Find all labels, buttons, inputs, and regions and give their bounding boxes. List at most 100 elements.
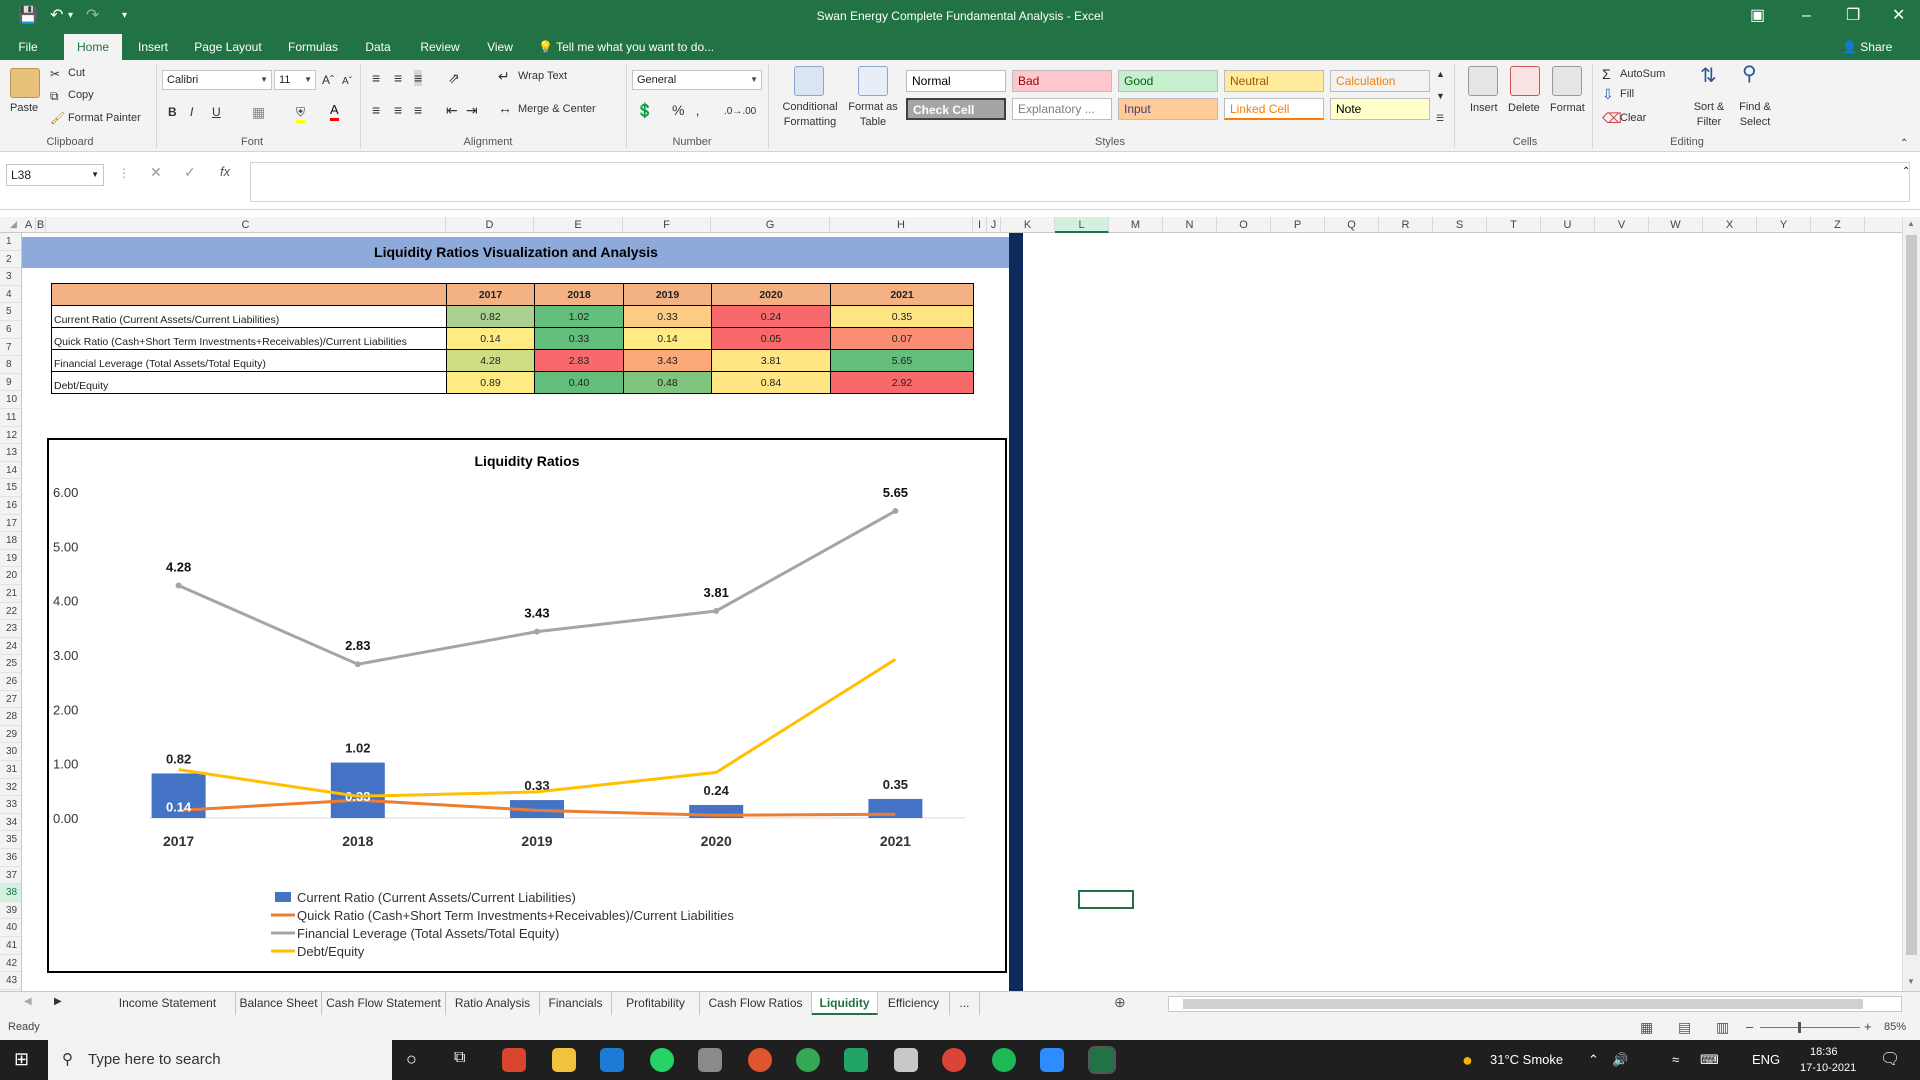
column-header[interactable]: H bbox=[830, 217, 973, 233]
sheet-tab[interactable]: Ratio Analysis bbox=[446, 992, 540, 1015]
row-header[interactable]: 14 bbox=[0, 462, 21, 480]
ratio-value[interactable]: 3.81 bbox=[711, 349, 831, 372]
column-header[interactable]: N bbox=[1163, 217, 1217, 233]
sheet-tab[interactable]: Liquidity bbox=[812, 992, 878, 1015]
close-icon[interactable]: ✕ bbox=[1892, 7, 1905, 25]
align-middle-icon[interactable]: ≡ bbox=[394, 70, 402, 86]
notifications-icon[interactable]: 🗨 bbox=[1880, 1040, 1900, 1080]
ratio-value[interactable]: 0.33 bbox=[534, 327, 624, 350]
zoom-out-icon[interactable]: – bbox=[1746, 1019, 1753, 1034]
autosum-button[interactable]: AutoSum bbox=[1620, 68, 1665, 80]
font-name-dropdown[interactable]: Calibri ▼ bbox=[162, 70, 272, 90]
column-header[interactable]: K bbox=[1001, 217, 1055, 233]
tab-formulas[interactable]: Formulas bbox=[280, 34, 346, 60]
ratio-value[interactable]: 0.89 bbox=[446, 371, 535, 394]
gallery-more-icon[interactable]: ☰ bbox=[1436, 110, 1444, 126]
row-header[interactable]: 17 bbox=[0, 515, 21, 533]
paste-icon[interactable] bbox=[10, 68, 40, 98]
row-header[interactable]: 21 bbox=[0, 585, 21, 603]
row-header[interactable]: 41 bbox=[0, 937, 21, 955]
column-header[interactable]: W bbox=[1649, 217, 1703, 233]
gallery-down-icon[interactable]: ▼ bbox=[1436, 88, 1445, 104]
wrap-text-button[interactable]: Wrap Text bbox=[518, 70, 567, 82]
cortana-icon[interactable]: ○ bbox=[406, 1049, 417, 1070]
row-header[interactable]: 24 bbox=[0, 638, 21, 656]
select-all-icon[interactable]: ◢ bbox=[10, 219, 17, 230]
tab-review[interactable]: Review bbox=[412, 34, 468, 60]
format-painter-button[interactable]: Format Painter bbox=[68, 112, 141, 124]
row-header[interactable]: 18 bbox=[0, 532, 21, 550]
mail-icon[interactable] bbox=[600, 1048, 624, 1072]
scroll-up-icon[interactable]: ▲ bbox=[1907, 219, 1915, 228]
chrome-profile-icon[interactable] bbox=[748, 1048, 772, 1072]
ratio-label[interactable]: Financial Leverage (Total Assets/Total E… bbox=[51, 349, 447, 372]
ratio-value[interactable]: 0.84 bbox=[711, 371, 831, 394]
align-bottom-icon[interactable]: ≡ bbox=[414, 70, 423, 86]
align-top-icon[interactable]: ≡ bbox=[372, 70, 380, 86]
row-header[interactable]: 30 bbox=[0, 743, 21, 761]
insert-cells-button[interactable]: Insert bbox=[1470, 102, 1498, 114]
tray-chevron-icon[interactable]: ⌃ bbox=[1588, 1040, 1599, 1080]
align-center-icon[interactable]: ≡ bbox=[394, 102, 402, 118]
cell-style-check-cell[interactable]: Check Cell bbox=[906, 98, 1006, 120]
chrome-profile-icon[interactable] bbox=[942, 1048, 966, 1072]
column-header[interactable]: R bbox=[1379, 217, 1433, 233]
new-sheet-icon[interactable]: ⊕ bbox=[1114, 994, 1126, 1011]
share-button[interactable]: 👤 Share bbox=[1842, 34, 1892, 60]
find-select-button[interactable]: Find & Select bbox=[1734, 100, 1776, 130]
task-view-icon[interactable]: ⧉ bbox=[454, 1049, 465, 1067]
row-header[interactable]: 11 bbox=[0, 409, 21, 427]
column-header[interactable]: G bbox=[711, 217, 830, 233]
ratio-value[interactable]: 2.92 bbox=[830, 371, 974, 394]
file-explorer-icon[interactable] bbox=[552, 1048, 576, 1072]
paste-button[interactable]: Paste bbox=[10, 102, 38, 114]
cell-style-bad[interactable]: Bad bbox=[1012, 70, 1112, 92]
row-header[interactable]: 12 bbox=[0, 427, 21, 445]
column-header[interactable]: T bbox=[1487, 217, 1541, 233]
borders-icon[interactable]: ▦ bbox=[252, 104, 265, 120]
sheet-tab[interactable]: Cash Flow Ratios bbox=[700, 992, 812, 1015]
row-header[interactable]: 7 bbox=[0, 339, 21, 357]
row-header[interactable]: 2 bbox=[0, 251, 21, 269]
column-header[interactable]: Y bbox=[1757, 217, 1811, 233]
tab-view[interactable]: View bbox=[476, 34, 524, 60]
horizontal-scrollbar[interactable] bbox=[1168, 996, 1902, 1012]
sheet-tab[interactable]: Efficiency bbox=[878, 992, 950, 1015]
scroll-thumb[interactable] bbox=[1906, 235, 1917, 955]
sort-filter-button[interactable]: Sort & Filter bbox=[1690, 100, 1728, 130]
sheet-tab[interactable]: Profitability bbox=[612, 992, 700, 1015]
wifi-icon[interactable]: ≈ bbox=[1672, 1040, 1679, 1080]
fill-color-icon[interactable]: ⛨ bbox=[296, 104, 306, 123]
name-box[interactable]: L38 ▼ bbox=[6, 164, 104, 186]
number-format-dropdown[interactable]: General ▼ bbox=[632, 70, 762, 90]
cell-style-linked-cell[interactable]: Linked Cell bbox=[1224, 98, 1324, 120]
insert-function-icon[interactable]: fx bbox=[220, 164, 230, 179]
horizontal-scroll-thumb[interactable] bbox=[1183, 999, 1863, 1009]
tab-data[interactable]: Data bbox=[356, 34, 400, 60]
column-header[interactable]: M bbox=[1109, 217, 1163, 233]
row-header[interactable]: 13 bbox=[0, 444, 21, 462]
conditional-formatting-button[interactable]: Conditional Formatting bbox=[776, 100, 844, 130]
prev-sheet-icon[interactable]: ◀ bbox=[24, 996, 32, 1007]
row-header[interactable]: 27 bbox=[0, 691, 21, 709]
sheet-tab[interactable]: Financials bbox=[540, 992, 612, 1015]
row-header[interactable]: 39 bbox=[0, 902, 21, 920]
column-header[interactable]: S bbox=[1433, 217, 1487, 233]
row-header[interactable]: 31 bbox=[0, 761, 21, 779]
decrease-font-icon[interactable]: Aˇ bbox=[342, 74, 352, 90]
ratio-value[interactable]: 0.33 bbox=[623, 305, 712, 328]
sheets-icon[interactable] bbox=[844, 1048, 868, 1072]
column-header[interactable]: Q bbox=[1325, 217, 1379, 233]
minimize-icon[interactable]: – bbox=[1802, 7, 1811, 25]
column-header[interactable]: C bbox=[46, 217, 446, 233]
ratio-value[interactable]: 2.83 bbox=[534, 349, 624, 372]
page-break-view-icon[interactable]: ▥ bbox=[1716, 1019, 1729, 1036]
ratio-value[interactable]: 3.43 bbox=[623, 349, 712, 372]
increase-indent-icon[interactable]: ⇥ bbox=[466, 102, 478, 118]
ratio-label[interactable]: Quick Ratio (Cash+Short Term Investments… bbox=[51, 327, 447, 350]
cell-style-calculation[interactable]: Calculation bbox=[1330, 70, 1430, 92]
increase-decimal-icon[interactable]: .0→.00 bbox=[724, 104, 756, 120]
delete-cells-button[interactable]: Delete bbox=[1508, 102, 1540, 114]
app-icon[interactable] bbox=[698, 1048, 722, 1072]
next-sheet-icon[interactable]: ▶ bbox=[54, 996, 62, 1007]
